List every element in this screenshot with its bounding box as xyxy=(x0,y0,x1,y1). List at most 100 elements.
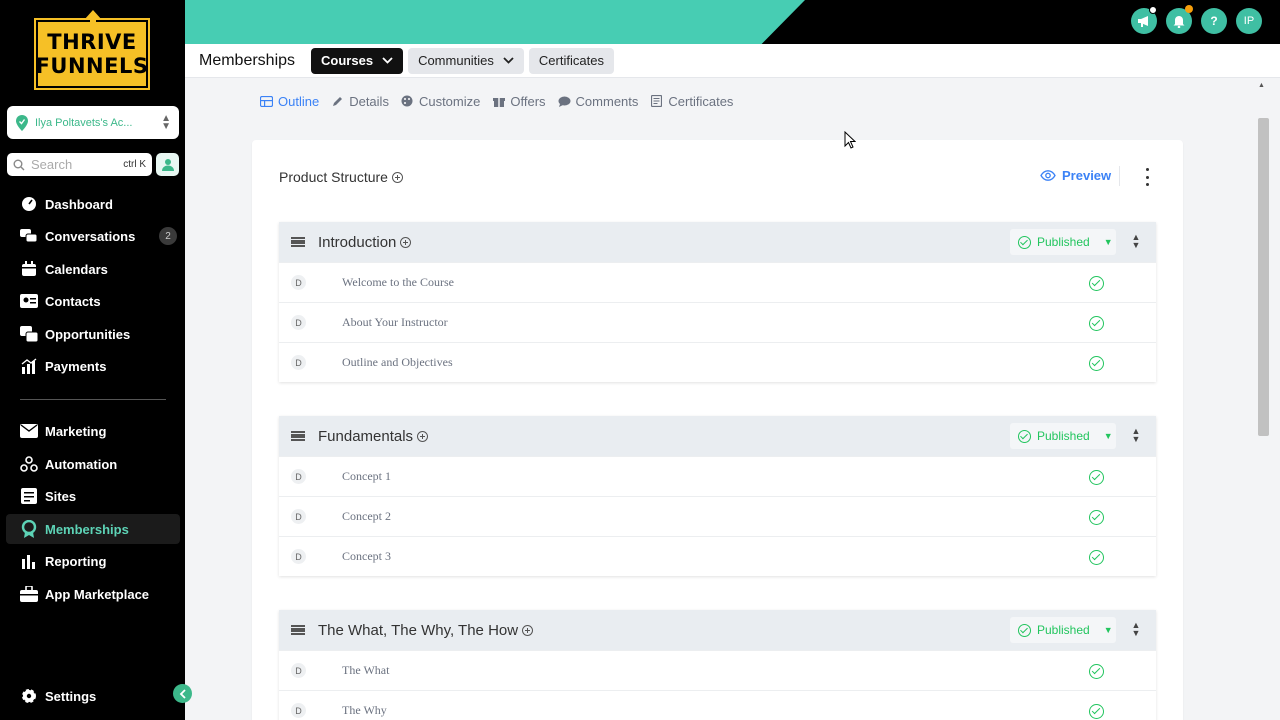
lesson-row[interactable]: D Concept 2 xyxy=(279,496,1156,536)
sidebar-item-reporting[interactable]: Reporting xyxy=(6,546,180,576)
status-label: Published xyxy=(1037,235,1090,249)
certificates-button[interactable]: Certificates xyxy=(528,47,614,74)
user-icon xyxy=(161,159,174,171)
published-check-icon xyxy=(1089,316,1104,331)
tab-certificates[interactable]: Certificates xyxy=(650,94,733,109)
bell-icon xyxy=(1173,15,1185,28)
lesson-row[interactable]: D The Why xyxy=(279,690,1156,720)
sidebar-item-payments[interactable]: Payments xyxy=(6,351,180,381)
lesson-row[interactable]: D Concept 3 xyxy=(279,536,1156,576)
sidebar-item-marketing[interactable]: Marketing xyxy=(6,416,180,446)
brand-line1: THRIVE xyxy=(47,30,137,54)
chevron-down-icon: ▼ xyxy=(1103,625,1113,635)
help-button[interactable]: ? xyxy=(1201,8,1227,34)
sidebar-item-contacts[interactable]: Contacts xyxy=(6,286,180,316)
sidebar-item-label: Calendars xyxy=(45,261,108,277)
add-circle-icon[interactable] xyxy=(417,430,429,442)
add-circle-icon[interactable] xyxy=(400,236,412,248)
sidebar-item-label: Opportunities xyxy=(45,326,131,342)
tab-outline[interactable]: Outline xyxy=(260,94,319,109)
courses-label: Courses xyxy=(321,53,374,68)
expand-collapse-icon[interactable]: ▲ ▼ xyxy=(1131,427,1141,445)
lesson-row[interactable]: D About Your Instructor xyxy=(279,302,1156,342)
tab-details[interactable]: Details xyxy=(331,94,389,109)
drag-handle-icon[interactable] xyxy=(291,625,305,635)
sidebar-item-label: Reporting xyxy=(45,553,107,569)
tab-offers[interactable]: Offers xyxy=(492,94,546,109)
category-header[interactable]: Fundamentals Published ▼ ▲ ▼ xyxy=(279,416,1156,456)
sidebar-item-opportunities[interactable]: Opportunities xyxy=(6,319,180,349)
expand-collapse-icon[interactable]: ▲ ▼ xyxy=(1131,233,1141,251)
sidebar-item-memberships[interactable]: Memberships xyxy=(6,514,180,544)
sidebar-item-label: Dashboard xyxy=(45,196,113,212)
drag-handle-icon[interactable] xyxy=(291,237,305,247)
preview-button[interactable]: Preview xyxy=(1040,168,1111,183)
category-header[interactable]: Introduction Published ▼ ▲ ▼ xyxy=(279,222,1156,262)
user-avatar[interactable]: IP xyxy=(1236,8,1262,34)
sidebar-item-label: Marketing xyxy=(45,423,107,439)
gift-icon xyxy=(492,95,505,107)
lesson-row[interactable]: D Outline and Objectives xyxy=(279,342,1156,382)
lesson-title: Concept 1 xyxy=(342,469,391,483)
document-icon: D xyxy=(291,549,306,564)
category-title-text: The What, The Why, The How xyxy=(318,621,519,639)
category-header[interactable]: The What, The Why, The How Published ▼ ▲… xyxy=(279,610,1156,650)
account-switcher[interactable]: Ilya Poltavets's Ac... ▲ ▼ xyxy=(7,106,179,139)
sidebar-item-dashboard[interactable]: Dashboard xyxy=(6,189,180,219)
lesson-title: Concept 3 xyxy=(342,549,391,563)
communities-dropdown[interactable]: Communities xyxy=(408,47,524,74)
tab-label: Certificates xyxy=(668,93,734,109)
more-options-icon[interactable] xyxy=(1141,168,1153,186)
scroll-up-icon[interactable]: ▲ xyxy=(1258,82,1265,89)
check-circle-icon xyxy=(1018,429,1031,443)
page-scrollbar[interactable]: ▲ xyxy=(1256,78,1280,720)
category-title-text: Fundamentals xyxy=(318,427,414,445)
document-icon: D xyxy=(291,355,306,370)
collapse-sidebar-button[interactable] xyxy=(173,684,192,703)
drag-handle-icon[interactable] xyxy=(291,431,305,441)
add-circle-icon[interactable] xyxy=(522,624,534,636)
expand-collapse-icon[interactable]: ▲ ▼ xyxy=(1131,621,1141,639)
outline-icon xyxy=(260,95,273,107)
unread-count-badge: 2 xyxy=(159,227,177,245)
payments-icon xyxy=(20,357,38,375)
pencil-icon xyxy=(331,95,344,107)
status-label: Published xyxy=(1037,429,1090,443)
document-icon: D xyxy=(291,469,306,484)
sidebar-item-sites[interactable]: Sites xyxy=(6,481,180,511)
sidebar-item-label: Memberships xyxy=(45,521,129,537)
sidebar-item-label: Automation xyxy=(45,456,118,472)
tab-customize[interactable]: Customize xyxy=(401,94,480,109)
add-circle-icon[interactable] xyxy=(391,171,403,183)
updown-chevron-icon: ▲ ▼ xyxy=(161,112,171,132)
sidebar-item-app-marketplace[interactable]: App Marketplace xyxy=(6,579,180,609)
courses-dropdown[interactable]: Courses xyxy=(311,47,404,74)
quick-action-button[interactable] xyxy=(156,153,179,176)
sidebar-item-automation[interactable]: Automation xyxy=(6,449,180,479)
notification-dot xyxy=(1185,5,1193,13)
search-input[interactable]: Search ctrl K xyxy=(7,153,152,176)
status-dropdown[interactable]: Published ▼ xyxy=(1010,423,1116,449)
eye-icon xyxy=(1040,170,1056,181)
sidebar-item-label: Conversations xyxy=(45,228,136,244)
sidebar-item-settings[interactable]: Settings xyxy=(6,681,180,711)
lesson-row[interactable]: D Welcome to the Course xyxy=(279,262,1156,302)
help-icon: ? xyxy=(1210,14,1218,28)
lesson-title: The Why xyxy=(342,703,387,717)
brand-logo[interactable]: THRIVE FUNNELS xyxy=(34,10,150,90)
marketplace-icon xyxy=(20,585,38,603)
location-pin-icon xyxy=(16,114,28,131)
scrollbar-thumb[interactable] xyxy=(1258,118,1269,436)
sidebar-item-conversations[interactable]: Conversations 2 xyxy=(6,221,180,251)
lesson-row[interactable]: D The What xyxy=(279,650,1156,690)
lesson-title: About Your Instructor xyxy=(342,315,448,329)
lesson-row[interactable]: D Concept 1 xyxy=(279,456,1156,496)
vertical-separator xyxy=(1119,166,1120,186)
dashboard-icon xyxy=(20,195,38,213)
document-icon: D xyxy=(291,663,306,678)
status-dropdown[interactable]: Published ▼ xyxy=(1010,617,1116,643)
sidebar: THRIVE FUNNELS Ilya Poltavets's Ac... ▲ ▼… xyxy=(0,0,185,720)
sidebar-item-calendars[interactable]: Calendars xyxy=(6,254,180,284)
tab-comments[interactable]: Comments xyxy=(558,94,638,109)
status-dropdown[interactable]: Published ▼ xyxy=(1010,229,1116,255)
